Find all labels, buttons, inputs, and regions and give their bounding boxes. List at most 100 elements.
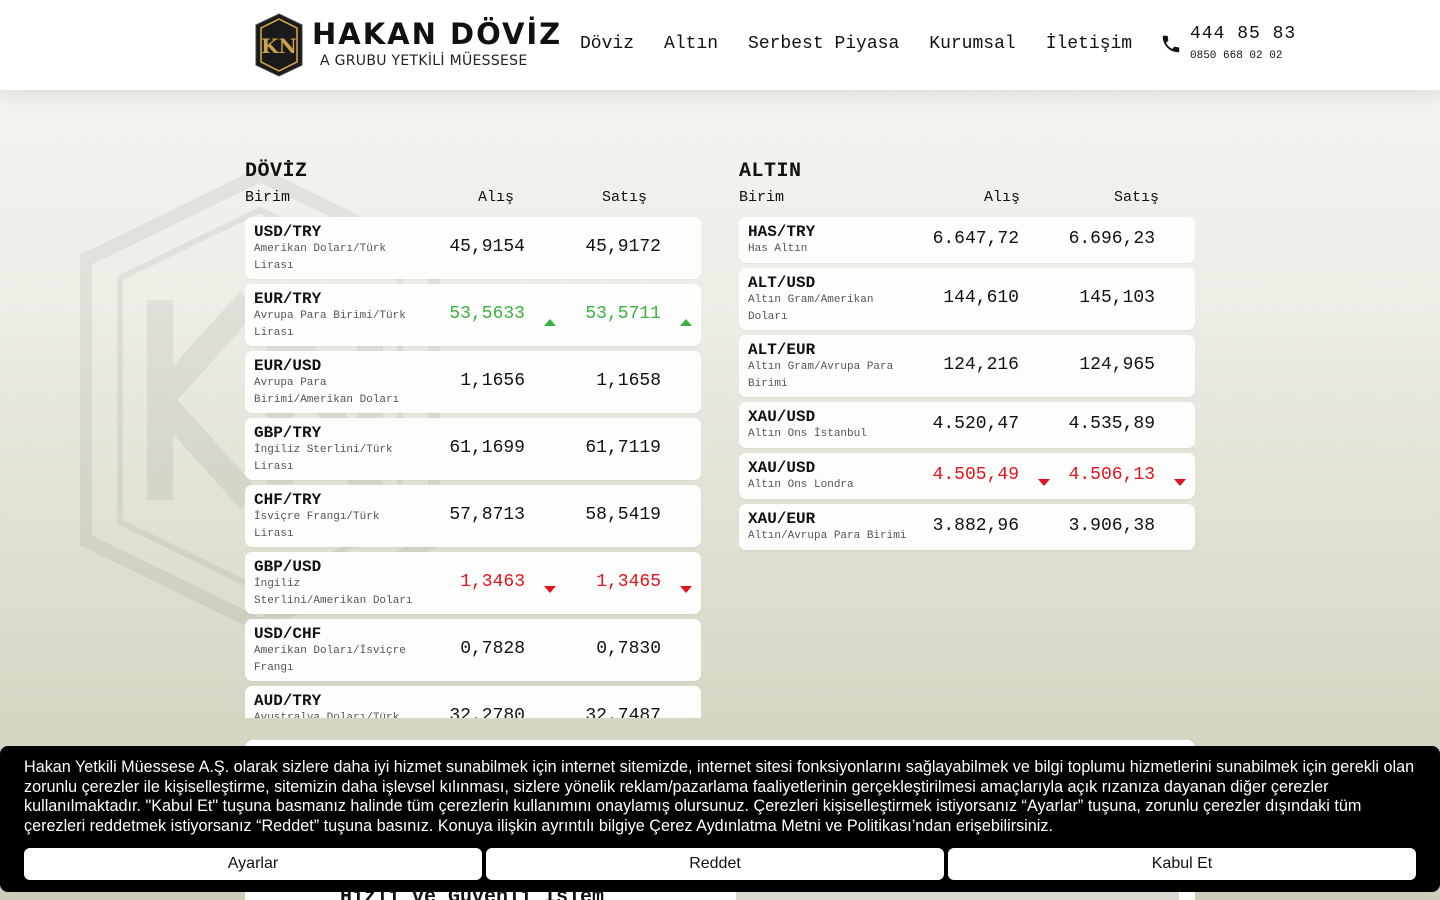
- arrow-down-icon: [1174, 472, 1186, 486]
- rate-buy: 45,9154: [449, 237, 525, 257]
- rate-description: İngiliz Sterlini/Amerikan Doları: [254, 576, 434, 610]
- rate-row[interactable]: EUR/USD Avrupa Para Birimi/Amerikan Doları…: [245, 351, 701, 413]
- rate-description-line: İsviçre Frangı/Türk: [254, 511, 380, 523]
- rate-description-line: Frangı: [254, 662, 294, 674]
- rate-description-line: Altın/Avrupa Para Birimi: [748, 530, 907, 542]
- rate-description: Avrupa Para Birimi/Amerikan Doları: [254, 375, 434, 409]
- rate-row[interactable]: ALT/USD Altın Gram/Amerikan Doları 144,610 1…: [739, 268, 1195, 330]
- rate-row[interactable]: HAS/TRY Has Altın 6.647,72 6.696,23: [739, 217, 1195, 263]
- rate-code: CHF/TRY: [254, 491, 322, 509]
- rate-row[interactable]: XAU/USD Altın Ons Londra 4.505,49 4.506,13: [739, 453, 1195, 499]
- rate-row[interactable]: XAU/EUR Altın/Avrupa Para Birimi 3.882,96 3…: [739, 504, 1195, 550]
- rate-description-line: Doları: [748, 311, 788, 323]
- brand-subtitle: A GRUBU YETKİLİ MÜESSESE: [320, 53, 528, 69]
- rate-buy: 4.505,49: [932, 465, 1019, 485]
- rate-row[interactable]: USD/TRY Amerikan Doları/Türk Lirası 45,9154…: [245, 217, 701, 279]
- rate-code: ALT/USD: [748, 274, 816, 292]
- nav-kurumsal[interactable]: Kurumsal: [929, 34, 1015, 54]
- logo-letters: KN: [261, 34, 297, 58]
- rate-description-line: İngiliz Sterlini/Türk: [254, 444, 393, 456]
- logo-mark-icon: KN: [255, 13, 303, 77]
- rate-row[interactable]: USD/CHF Amerikan Doları/İsviçre Frangı 0,78…: [245, 619, 701, 681]
- rate-buy: 4.520,47: [932, 414, 1019, 434]
- nav-serbest-piyasa[interactable]: Serbest Piyasa: [748, 34, 899, 54]
- rate-row[interactable]: XAU/USD Altın Ons İstanbul 4.520,47 4.535,8…: [739, 402, 1195, 448]
- rate-row[interactable]: AUD/TRYAvustralya Doları/TürkLirası 32,27…: [245, 686, 701, 718]
- doviz-rate-list: USD/TRY Amerikan Doları/Türk Lirası 45,9154…: [245, 217, 701, 718]
- cookie-consent-text: Hakan Yetkili Müessese A.Ş. olarak sizle…: [24, 758, 1415, 835]
- rate-buy: 6.647,72: [932, 229, 1019, 249]
- rate-description: Altın Ons İstanbul: [748, 426, 928, 443]
- phone-number-main[interactable]: 444 85 83: [1190, 24, 1296, 44]
- phone-number-alt[interactable]: 0850 668 02 02: [1190, 50, 1282, 62]
- arrow-down-icon: [544, 579, 556, 593]
- rate-description-line: Altın Gram/Avrupa Para: [748, 361, 894, 373]
- rate-description-line: Avrupa Para: [254, 377, 327, 389]
- nav-altin[interactable]: Altın: [664, 34, 718, 54]
- nav-doviz[interactable]: Döviz: [580, 34, 634, 54]
- rate-description: Altın Ons Londra: [748, 477, 928, 494]
- rate-row[interactable]: GBP/USD İngiliz Sterlini/Amerikan Doları 1,…: [245, 552, 701, 614]
- rate-buy: 32,2780: [449, 706, 525, 718]
- rate-code: AUD/TRY: [254, 692, 322, 710]
- brand-logo[interactable]: KN HAKAN DÖVİZ A GRUBU YETKİLİ MÜESSESE: [254, 13, 560, 79]
- rate-sell: 6.696,23: [1068, 229, 1155, 249]
- rate-code: USD/TRY: [254, 223, 322, 241]
- rate-description-line: Has Altın: [748, 243, 808, 255]
- rate-code: USD/CHF: [254, 625, 322, 643]
- phone-icon[interactable]: [1160, 33, 1182, 55]
- rate-sell: 0,7830: [596, 639, 661, 659]
- rate-description-line: Lirası: [254, 461, 294, 473]
- rate-sell: 145,103: [1079, 288, 1155, 308]
- rate-buy: 1,1656: [460, 371, 525, 391]
- arrow-down-icon: [1038, 472, 1050, 486]
- brand-name: HAKAN DÖVİZ: [312, 17, 563, 51]
- rate-description-line: Birimi: [748, 378, 788, 390]
- rate-description-line: Birimi/Amerikan Doları: [254, 394, 400, 406]
- rate-buy: 57,8713: [449, 505, 525, 525]
- rate-description-line: Lirası: [254, 528, 294, 540]
- rate-description-line: Amerikan Doları/İsviçre: [254, 645, 406, 657]
- nav-iletisim[interactable]: İletişim: [1046, 34, 1132, 54]
- doviz-panel: DÖVİZ Birim Alış Satış USD/TRY Amerikan D…: [245, 160, 701, 718]
- rate-row[interactable]: GBP/TRY İngiliz Sterlini/Türk Lirası 61,169…: [245, 418, 701, 480]
- doviz-title: DÖVİZ: [245, 160, 308, 183]
- rate-buy: 1,3463: [460, 572, 525, 592]
- rate-sell: 53,5711: [585, 304, 661, 324]
- col-buy: Alış: [478, 189, 515, 206]
- rate-description-line: Lirası: [254, 327, 294, 339]
- rate-description-line: Altın Gram/Amerikan: [748, 294, 874, 306]
- rate-description: Avrupa Para Birimi/Türk Lirası: [254, 308, 434, 342]
- rate-description-line: Lirası: [254, 260, 294, 272]
- rate-code: GBP/TRY: [254, 424, 322, 442]
- doviz-column-headers: Birim Alış Satış: [245, 189, 701, 211]
- rate-description-line: Sterlini/Amerikan Doları: [254, 595, 413, 607]
- rate-buy: 3.882,96: [932, 516, 1019, 536]
- rate-code: GBP/USD: [254, 558, 322, 576]
- altin-column-headers: Birim Alış Satış: [739, 189, 1195, 211]
- rate-description: Altın Gram/Amerikan Doları: [748, 292, 928, 326]
- rate-sell: 1,1658: [596, 371, 661, 391]
- rate-code: EUR/TRY: [254, 290, 322, 308]
- rate-row[interactable]: EUR/TRY Avrupa Para Birimi/Türk Lirası 53,5…: [245, 284, 701, 346]
- rate-row[interactable]: ALT/EUR Altın Gram/Avrupa Para Birimi 124,2…: [739, 335, 1195, 397]
- rate-sell: 61,7119: [585, 438, 661, 458]
- rate-code: HAS/TRY: [748, 223, 816, 241]
- cookie-settings-button[interactable]: Ayarlar: [24, 848, 482, 880]
- cookie-reject-button[interactable]: Reddet: [486, 848, 944, 880]
- rate-description: Altın/Avrupa Para Birimi: [748, 528, 928, 545]
- col-sell: Satış: [602, 189, 648, 206]
- altin-rate-list: HAS/TRY Has Altın 6.647,72 6.696,23 ALT/USD A…: [739, 217, 1195, 555]
- rate-buy: 0,7828: [460, 639, 525, 659]
- rate-row[interactable]: CHF/TRY İsviçre Frangı/Türk Lirası 57,8713 5…: [245, 485, 701, 547]
- rate-code: EUR/USD: [254, 357, 322, 375]
- col-sell: Satış: [1114, 189, 1160, 206]
- cookie-accept-button[interactable]: Kabul Et: [948, 848, 1416, 880]
- rate-buy: 61,1699: [449, 438, 525, 458]
- rate-sell: 32,7487: [585, 706, 661, 718]
- rate-sell: 58,5419: [585, 505, 661, 525]
- rate-description: Altın Gram/Avrupa Para Birimi: [748, 359, 928, 393]
- arrow-down-icon: [680, 579, 692, 593]
- rate-code: ALT/EUR: [748, 341, 816, 359]
- rate-code: XAU/USD: [748, 459, 816, 477]
